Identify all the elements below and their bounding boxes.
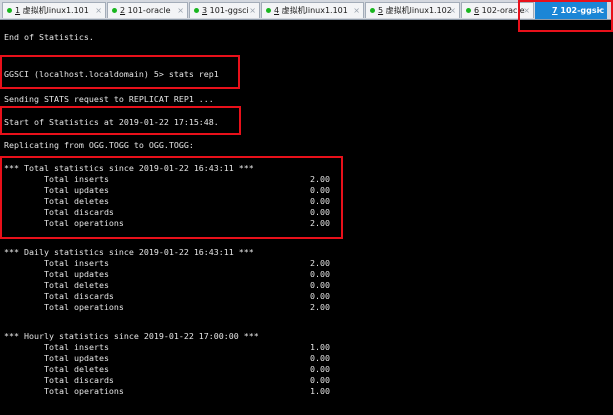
terminal-line: End of Statistics.	[4, 32, 94, 42]
tab-number: 4	[274, 6, 280, 15]
close-icon[interactable]: ×	[95, 3, 102, 18]
stats-label: Total inserts	[44, 174, 109, 184]
connected-status-icon	[466, 8, 471, 13]
stats-section-header: *** Total statistics since 2019-01-22 16…	[4, 163, 254, 173]
terminal-output[interactable]: End of Statistics. GGSCI (localhost.loca…	[0, 20, 613, 415]
stats-section-header: *** Daily statistics since 2019-01-22 16…	[4, 247, 254, 257]
stats-value: 0.00	[310, 207, 330, 217]
stats-row: Total discards 0.00	[4, 207, 330, 218]
tab-title: 虚拟机linux1.102	[385, 6, 452, 15]
stats-value: 0.00	[310, 280, 330, 290]
stats-row: Total updates 0.00	[4, 269, 330, 280]
tab-1[interactable]: 1 虚拟机linux1.101 ×	[2, 2, 106, 18]
tab-3[interactable]: 3 101-ggsci ×	[189, 2, 260, 18]
tab-title: 101-oracle	[127, 6, 171, 15]
tab-bar: 1 虚拟机linux1.101 × 2 101-oracle × 3 101-g…	[0, 0, 613, 20]
command-prompt-line: GGSCI (localhost.localdomain) 5> stats r…	[4, 69, 219, 79]
stats-value: 0.00	[310, 375, 330, 385]
stats-label: Total deletes	[44, 364, 109, 374]
stats-row: Total updates 0.00	[4, 185, 330, 196]
tab-5[interactable]: 5 虚拟机linux1.102 ×	[365, 2, 460, 18]
stats-value: 2.00	[310, 258, 330, 268]
stats-value: 2.00	[310, 302, 330, 312]
connected-status-icon	[7, 8, 12, 13]
tab-6[interactable]: 6 102-oracle ×	[461, 2, 534, 18]
tab-title: 102-oracle	[481, 6, 525, 15]
close-icon[interactable]: ×	[353, 3, 360, 18]
connected-status-icon	[266, 8, 271, 13]
stats-section-header: *** Hourly statistics since 2019-01-22 1…	[4, 331, 259, 341]
stats-value: 0.00	[310, 291, 330, 301]
close-icon[interactable]: ×	[177, 3, 184, 18]
stats-label: Total discards	[44, 207, 114, 217]
stats-row: Total discards 0.00	[4, 375, 330, 386]
stats-row: Total inserts 2.00	[4, 174, 330, 185]
stats-label: Total deletes	[44, 196, 109, 206]
stats-label: Total updates	[44, 185, 109, 195]
terminal-line: Replicating from OGG.TOGG to OGG.TOGG:	[4, 140, 194, 150]
close-icon[interactable]: ×	[249, 3, 256, 18]
stats-value: 1.00	[310, 386, 330, 396]
stats-row: Total deletes 0.00	[4, 196, 330, 207]
tab-number: 1	[15, 6, 21, 15]
stats-label: Total deletes	[44, 280, 109, 290]
tab-number: 3	[202, 6, 208, 15]
tab-4[interactable]: 4 虚拟机linux1.101 ×	[261, 2, 364, 18]
stats-value: 0.00	[310, 269, 330, 279]
tab-title: 101-ggsci	[209, 6, 249, 15]
tab-number: 5	[378, 6, 384, 15]
close-icon[interactable]: ×	[596, 3, 603, 18]
tab-number: 7	[552, 6, 558, 15]
stats-row: Total deletes 0.00	[4, 364, 330, 375]
stats-value: 1.00	[310, 342, 330, 352]
connected-status-icon	[370, 8, 375, 13]
connected-status-icon	[112, 8, 117, 13]
stats-value: 2.00	[310, 174, 330, 184]
stats-label: Total updates	[44, 353, 109, 363]
stats-row: Total inserts 2.00	[4, 258, 330, 269]
stats-row: Total operations 2.00	[4, 302, 330, 313]
connected-status-icon	[194, 8, 199, 13]
tab-title: 虚拟机linux1.101	[281, 6, 348, 15]
tab-2[interactable]: 2 101-oracle ×	[107, 2, 188, 18]
stats-label: Total inserts	[44, 342, 109, 352]
terminal-line: Sending STATS request to REPLICAT REP1 .…	[4, 94, 214, 104]
stats-value: 0.00	[310, 353, 330, 363]
close-icon[interactable]: ×	[523, 3, 530, 18]
stats-label: Total updates	[44, 269, 109, 279]
tab-number: 6	[474, 6, 480, 15]
stats-row: Total discards 0.00	[4, 291, 330, 302]
stats-row: Total operations 1.00	[4, 386, 330, 397]
stats-label: Total inserts	[44, 258, 109, 268]
stats-row: Total deletes 0.00	[4, 280, 330, 291]
stats-value: 0.00	[310, 185, 330, 195]
close-icon[interactable]: ×	[449, 3, 456, 18]
stats-value: 0.00	[310, 196, 330, 206]
tab-7-active[interactable]: 7 102-ggsic ×	[535, 0, 607, 19]
stats-value: 2.00	[310, 218, 330, 228]
stats-label: Total discards	[44, 291, 114, 301]
stats-value: 0.00	[310, 364, 330, 374]
stats-row: Total operations 2.00	[4, 218, 330, 229]
stats-label: Total discards	[44, 375, 114, 385]
stats-row: Total updates 0.00	[4, 353, 330, 364]
stats-label: Total operations	[44, 386, 124, 396]
tab-title: 虚拟机linux1.101	[22, 6, 89, 15]
terminal-line: Start of Statistics at 2019-01-22 17:15:…	[4, 117, 219, 127]
tab-number: 2	[120, 6, 126, 15]
stats-label: Total operations	[44, 218, 124, 228]
stats-label: Total operations	[44, 302, 124, 312]
stats-row: Total inserts 1.00	[4, 342, 330, 353]
